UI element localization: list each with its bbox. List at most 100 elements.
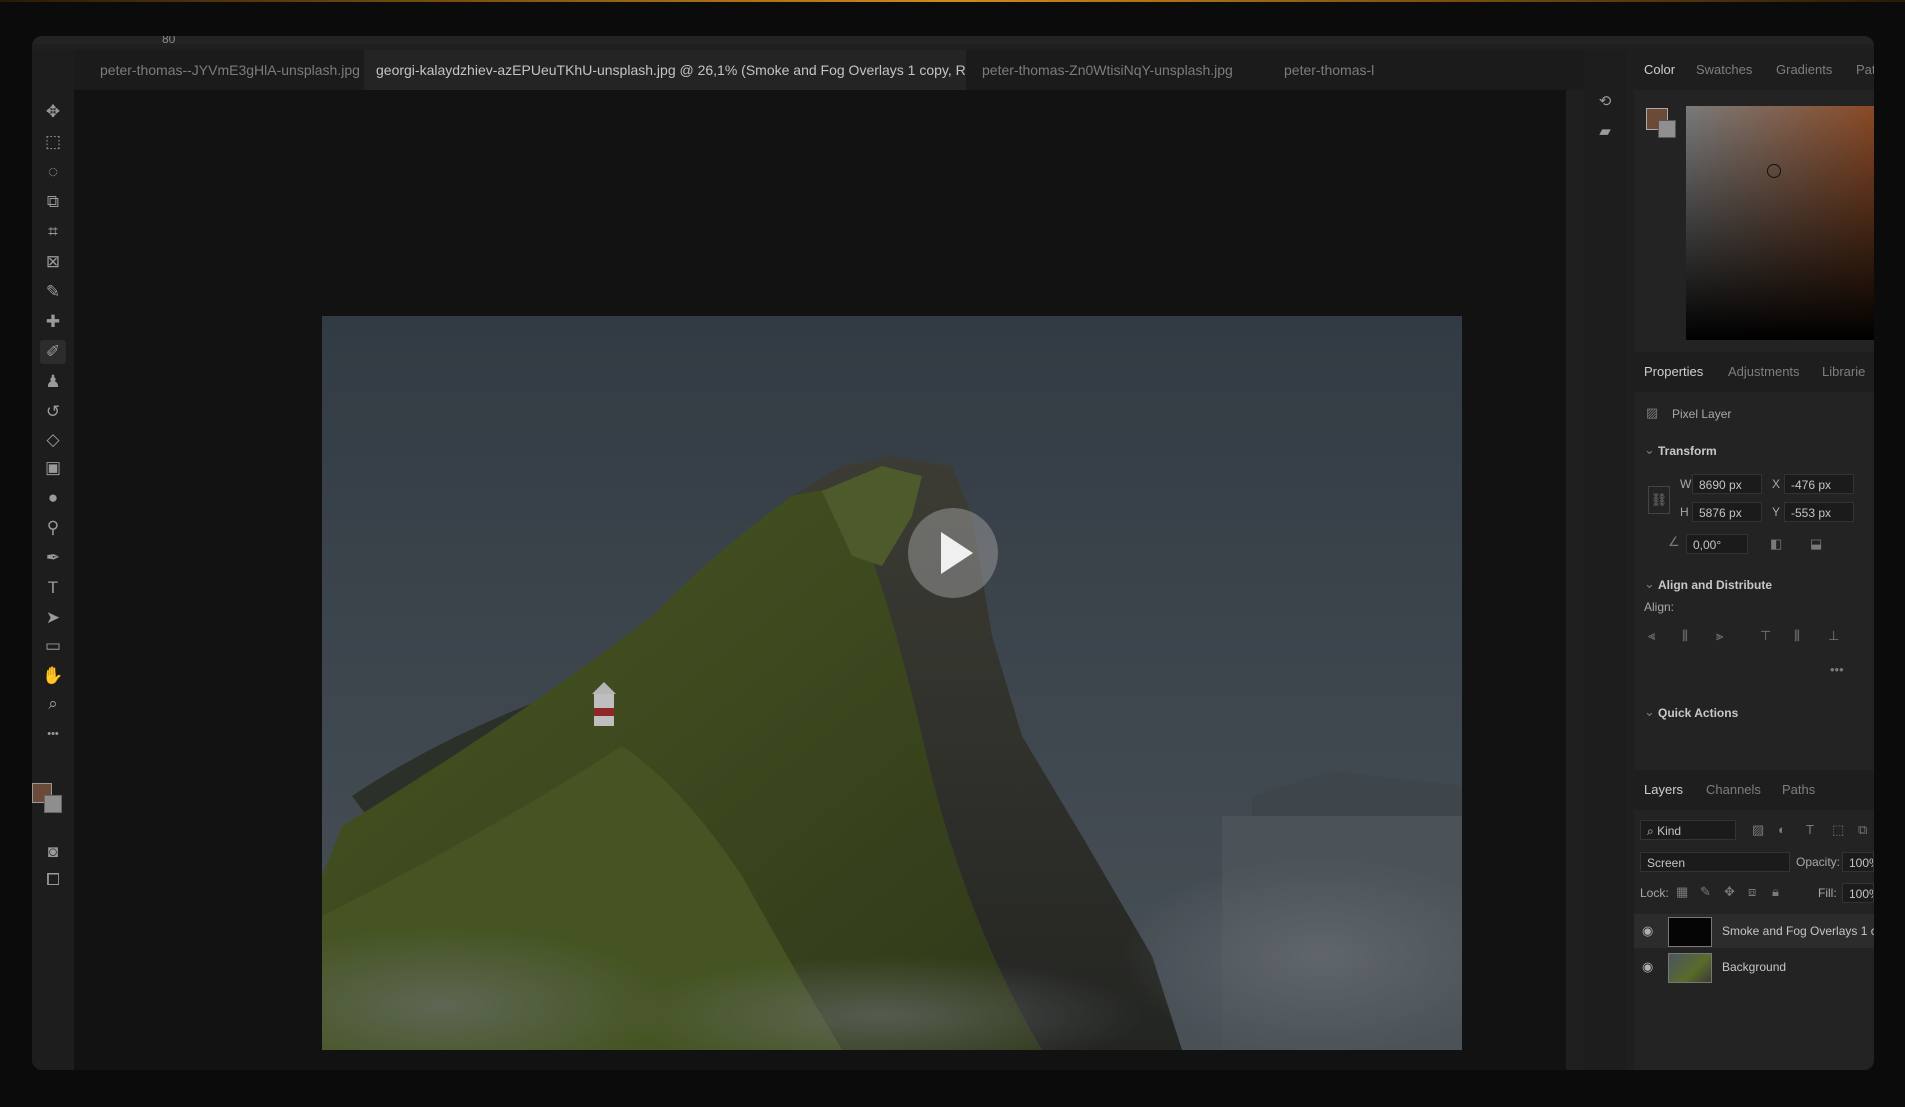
filter-adjustment-icon[interactable]: ◐	[1778, 822, 1786, 837]
color-picker-field[interactable]	[1686, 106, 1874, 340]
angle-icon: ∠	[1668, 534, 1680, 549]
tab-gradients[interactable]: Gradients	[1776, 50, 1832, 90]
chevron-down-icon[interactable]: ⌄	[1644, 442, 1655, 458]
quick-actions-header[interactable]: Quick Actions	[1658, 706, 1738, 720]
brush-icon[interactable]: ✐	[40, 340, 66, 364]
marquee-icon[interactable]: ⬚	[40, 130, 66, 154]
lock-all-icon[interactable]: 🔒︎	[1772, 884, 1779, 900]
tab-libraries[interactable]: Librarie	[1822, 352, 1865, 392]
align-distribute-header[interactable]: Align and Distribute	[1658, 578, 1772, 592]
chevron-down-icon[interactable]: ⌄	[1644, 576, 1655, 592]
tab-paths[interactable]: Paths	[1782, 770, 1815, 810]
flip-horizontal-icon[interactable]: ◧	[1770, 536, 1782, 552]
layer-name[interactable]: Smoke and Fog Overlays 1 copy	[1722, 914, 1874, 948]
angle-field[interactable]: 0,00°	[1686, 534, 1748, 554]
rectangle-icon[interactable]: ▭	[40, 634, 66, 658]
tab-document-active[interactable]: georgi-kalaydzhiev-azEPUeuTKhU-unsplash.…	[364, 50, 966, 90]
eyedropper-icon[interactable]: ✎	[40, 280, 66, 304]
align-right-icon[interactable]: ⫸	[1716, 628, 1723, 644]
align-middle-v-icon[interactable]: ⫼	[1794, 628, 1800, 644]
tab-swatches[interactable]: Swatches	[1696, 50, 1752, 90]
link-icon[interactable]: ⛓	[1648, 486, 1670, 514]
align-left-icon[interactable]: ⫷	[1648, 628, 1655, 644]
hand-icon[interactable]: ✋	[40, 664, 66, 688]
align-bottom-icon[interactable]: ⊥	[1828, 628, 1839, 644]
video-play-button[interactable]	[908, 508, 998, 598]
tab-document-1[interactable]: peter-thomas--JYVmE3gHlA-unsplash.jpg	[82, 50, 360, 90]
align-center-h-icon[interactable]: ⫼	[1682, 628, 1688, 644]
filter-pixel-icon[interactable]: ▨	[1752, 822, 1764, 838]
visibility-eye-icon[interactable]: ◉	[1642, 959, 1653, 975]
comments-icon[interactable]: ▰	[1594, 122, 1616, 142]
tab-properties[interactable]: Properties	[1644, 352, 1703, 392]
right-panels: Color Swatches Gradients Pat Properties …	[1634, 50, 1874, 1070]
history-icon[interactable]: ⟲	[1594, 92, 1616, 112]
flip-vertical-icon[interactable]: ⬓	[1810, 536, 1822, 552]
layer-filter-value: Kind	[1657, 824, 1682, 838]
filter-type-icon[interactable]: T	[1806, 822, 1814, 837]
more-tools-icon[interactable]: •••	[40, 722, 66, 746]
filter-smart-object-icon[interactable]: ⧉	[1858, 822, 1867, 838]
width-field[interactable]: 8690 px	[1692, 474, 1762, 494]
object-select-icon[interactable]: ⧉	[40, 190, 66, 214]
blur-icon[interactable]: ●	[40, 486, 66, 510]
y-field[interactable]: -553 px	[1784, 502, 1854, 522]
height-field[interactable]: 5876 px	[1692, 502, 1762, 522]
quick-mask-icon[interactable]: ◙	[40, 840, 66, 864]
document-image[interactable]	[322, 316, 1462, 1050]
type-icon[interactable]: T	[40, 576, 66, 600]
stamp-icon[interactable]: ♟	[40, 370, 66, 394]
screen-mode-icon[interactable]: ⧠	[40, 868, 66, 892]
frame-icon[interactable]: ⊠	[40, 250, 66, 274]
move-icon[interactable]: ✥	[40, 100, 66, 124]
blend-mode-select[interactable]: Screen	[1640, 852, 1790, 872]
fill-label: Fill:	[1818, 886, 1837, 900]
fill-field[interactable]: 100%	[1842, 883, 1874, 903]
color-picker-handle[interactable]	[1767, 164, 1781, 178]
path-select-icon[interactable]: ➤	[40, 606, 66, 630]
width-label: W	[1680, 477, 1692, 491]
crop-icon[interactable]: ⌗	[40, 220, 66, 244]
layer-name[interactable]: Background	[1722, 950, 1786, 984]
tab-color[interactable]: Color	[1644, 50, 1675, 90]
chevron-down-icon[interactable]: ⌄	[1644, 704, 1655, 720]
visibility-eye-icon[interactable]: ◉	[1642, 923, 1653, 939]
layer-filter-select[interactable]: ⌕ Kind	[1640, 820, 1736, 840]
app-window: 80 peter-thomas--JYVmE3gHlA-unsplash.jpg…	[32, 36, 1874, 1070]
options-bar: 80	[32, 36, 1874, 46]
tab-channels[interactable]: Channels	[1706, 770, 1761, 810]
brush-size-value[interactable]: 80	[162, 36, 175, 46]
tab-adjustments[interactable]: Adjustments	[1728, 352, 1800, 392]
lock-position-icon[interactable]: ✥	[1724, 884, 1735, 900]
healing-brush-icon[interactable]: ✚	[40, 310, 66, 334]
opacity-field[interactable]: 100%	[1842, 852, 1874, 872]
layer-row-smoke-fog[interactable]: ◉ Smoke and Fog Overlays 1 copy	[1634, 914, 1874, 948]
dodge-icon[interactable]: ⚲	[40, 516, 66, 540]
align-label: Align:	[1644, 600, 1675, 614]
lock-transparent-icon[interactable]: ▦	[1676, 884, 1688, 900]
gradient-icon[interactable]: ▣	[40, 456, 66, 480]
align-top-icon[interactable]: ⊤	[1760, 628, 1771, 644]
eraser-icon[interactable]: ◇	[40, 428, 66, 452]
color-panel-tabs: Color Swatches Gradients Pat	[1634, 50, 1874, 90]
layer-row-background[interactable]: ◉ Background	[1634, 950, 1874, 984]
transform-header[interactable]: Transform	[1658, 444, 1717, 458]
lock-label: Lock:	[1640, 886, 1669, 900]
tab-patterns[interactable]: Pat	[1856, 50, 1874, 90]
more-options-icon[interactable]: •••	[1830, 662, 1844, 677]
history-brush-icon[interactable]: ↺	[40, 400, 66, 424]
tab-layers[interactable]: Layers	[1644, 770, 1683, 810]
tab-document-4[interactable]: peter-thomas-l	[1270, 50, 1408, 90]
layer-type-label: Pixel Layer	[1672, 407, 1732, 421]
lock-pixels-icon[interactable]: ✎	[1700, 884, 1711, 900]
layer-thumbnail	[1668, 953, 1712, 983]
x-field[interactable]: -476 px	[1784, 474, 1854, 494]
pen-icon[interactable]: ✒	[40, 546, 66, 570]
color-panel-background[interactable]	[1658, 120, 1676, 138]
zoom-icon[interactable]: ⌕	[40, 692, 66, 716]
background-color-swatch[interactable]	[44, 795, 62, 813]
lock-artboard-icon[interactable]: ⧈	[1748, 884, 1756, 900]
tab-document-3[interactable]: peter-thomas-Zn0WtisiNqY-unsplash.jpg	[966, 50, 1272, 90]
filter-shape-icon[interactable]: ⬚	[1832, 822, 1844, 838]
lasso-icon[interactable]: ◌	[40, 160, 66, 184]
